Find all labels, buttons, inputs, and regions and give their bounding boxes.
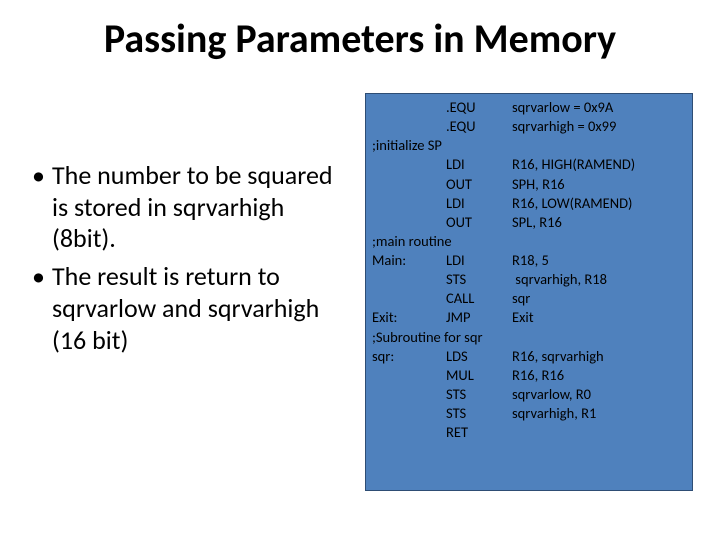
code-line: OUTSPL, R16 (372, 213, 686, 232)
code-label (372, 270, 446, 289)
bullet-item: The result is return to sqrvarlow and sq… (30, 261, 350, 356)
code-opcode: LDS (446, 347, 512, 366)
code-operand: R16, sqrvarhigh (512, 347, 686, 366)
code-label: Main: (372, 251, 446, 270)
code-line: OUTSPH, R16 (372, 175, 686, 194)
code-opcode: STS (446, 385, 512, 404)
code-label (372, 117, 446, 136)
slide: Passing Parameters in Memory The number … (0, 0, 720, 540)
code-line: CALLsqr (372, 289, 686, 308)
code-operand: R16, R16 (512, 366, 686, 385)
code-opcode: LDI (446, 194, 512, 213)
code-label (372, 423, 446, 442)
code-line: MULR16, R16 (372, 366, 686, 385)
code-line: LDIR16, HIGH(RAMEND) (372, 155, 686, 174)
code-line: .EQUsqrvarhigh = 0x99 (372, 117, 686, 136)
code-line: ;initialize SP (372, 136, 686, 155)
code-line: STSsqrvarlow, R0 (372, 385, 686, 404)
bullet-list: The number to be squared is stored in sq… (30, 160, 350, 356)
code-line: .EQUsqrvarlow = 0x9A (372, 98, 686, 117)
code-line: ;main routine (372, 232, 686, 251)
code-opcode: STS (446, 270, 512, 289)
code-label (372, 155, 446, 174)
code-opcode: .EQU (446, 117, 512, 136)
code-operand: R16, HIGH(RAMEND) (512, 155, 686, 174)
code-line: RET (372, 423, 686, 442)
code-label (372, 366, 446, 385)
code-opcode: MUL (446, 366, 512, 385)
code-operand: sqrvarhigh, R18 (512, 270, 686, 289)
code-label (372, 404, 446, 423)
code-opcode: OUT (446, 175, 512, 194)
code-label (372, 385, 446, 404)
code-line: STSsqrvarhigh, R1 (372, 404, 686, 423)
code-opcode: .EQU (446, 98, 512, 117)
code-operand: sqrvarhigh, R1 (512, 404, 686, 423)
code-operand: sqrvarlow, R0 (512, 385, 686, 404)
code-line: ;Subroutine for sqr (372, 328, 686, 347)
slide-title: Passing Parameters in Memory (0, 14, 720, 63)
code-opcode: OUT (446, 213, 512, 232)
code-comment: ;initialize SP (372, 136, 686, 155)
code-label (372, 289, 446, 308)
code-operand: SPL, R16 (512, 213, 686, 232)
code-operand: sqrvarlow = 0x9A (512, 98, 686, 117)
code-line: Exit:JMPExit (372, 308, 686, 327)
code-line: sqr:LDSR16, sqrvarhigh (372, 347, 686, 366)
code-opcode: STS (446, 404, 512, 423)
code-operand: sqr (512, 289, 686, 308)
code-label: Exit: (372, 308, 446, 327)
code-comment: ;main routine (372, 232, 686, 251)
code-opcode: CALL (446, 289, 512, 308)
code-operand: R16, LOW(RAMEND) (512, 194, 686, 213)
code-line: LDIR16, LOW(RAMEND) (372, 194, 686, 213)
code-label (372, 194, 446, 213)
bullet-item: The number to be squared is stored in sq… (30, 160, 350, 255)
code-comment: ;Subroutine for sqr (372, 328, 686, 347)
code-operand: R18, 5 (512, 251, 686, 270)
code-opcode: LDI (446, 251, 512, 270)
code-label (372, 98, 446, 117)
code-line: Main:LDIR18, 5 (372, 251, 686, 270)
code-opcode: LDI (446, 155, 512, 174)
code-operand: SPH, R16 (512, 175, 686, 194)
bullet-column: The number to be squared is stored in sq… (30, 160, 350, 362)
code-operand (512, 423, 686, 442)
code-label: sqr: (372, 347, 446, 366)
code-opcode: RET (446, 423, 512, 442)
code-block: .EQUsqrvarlow = 0x9A.EQUsqrvarhigh = 0x9… (365, 93, 693, 491)
code-operand: Exit (512, 308, 686, 327)
code-label (372, 213, 446, 232)
code-line: STS sqrvarhigh, R18 (372, 270, 686, 289)
code-label (372, 175, 446, 194)
code-opcode: JMP (446, 308, 512, 327)
code-operand: sqrvarhigh = 0x99 (512, 117, 686, 136)
